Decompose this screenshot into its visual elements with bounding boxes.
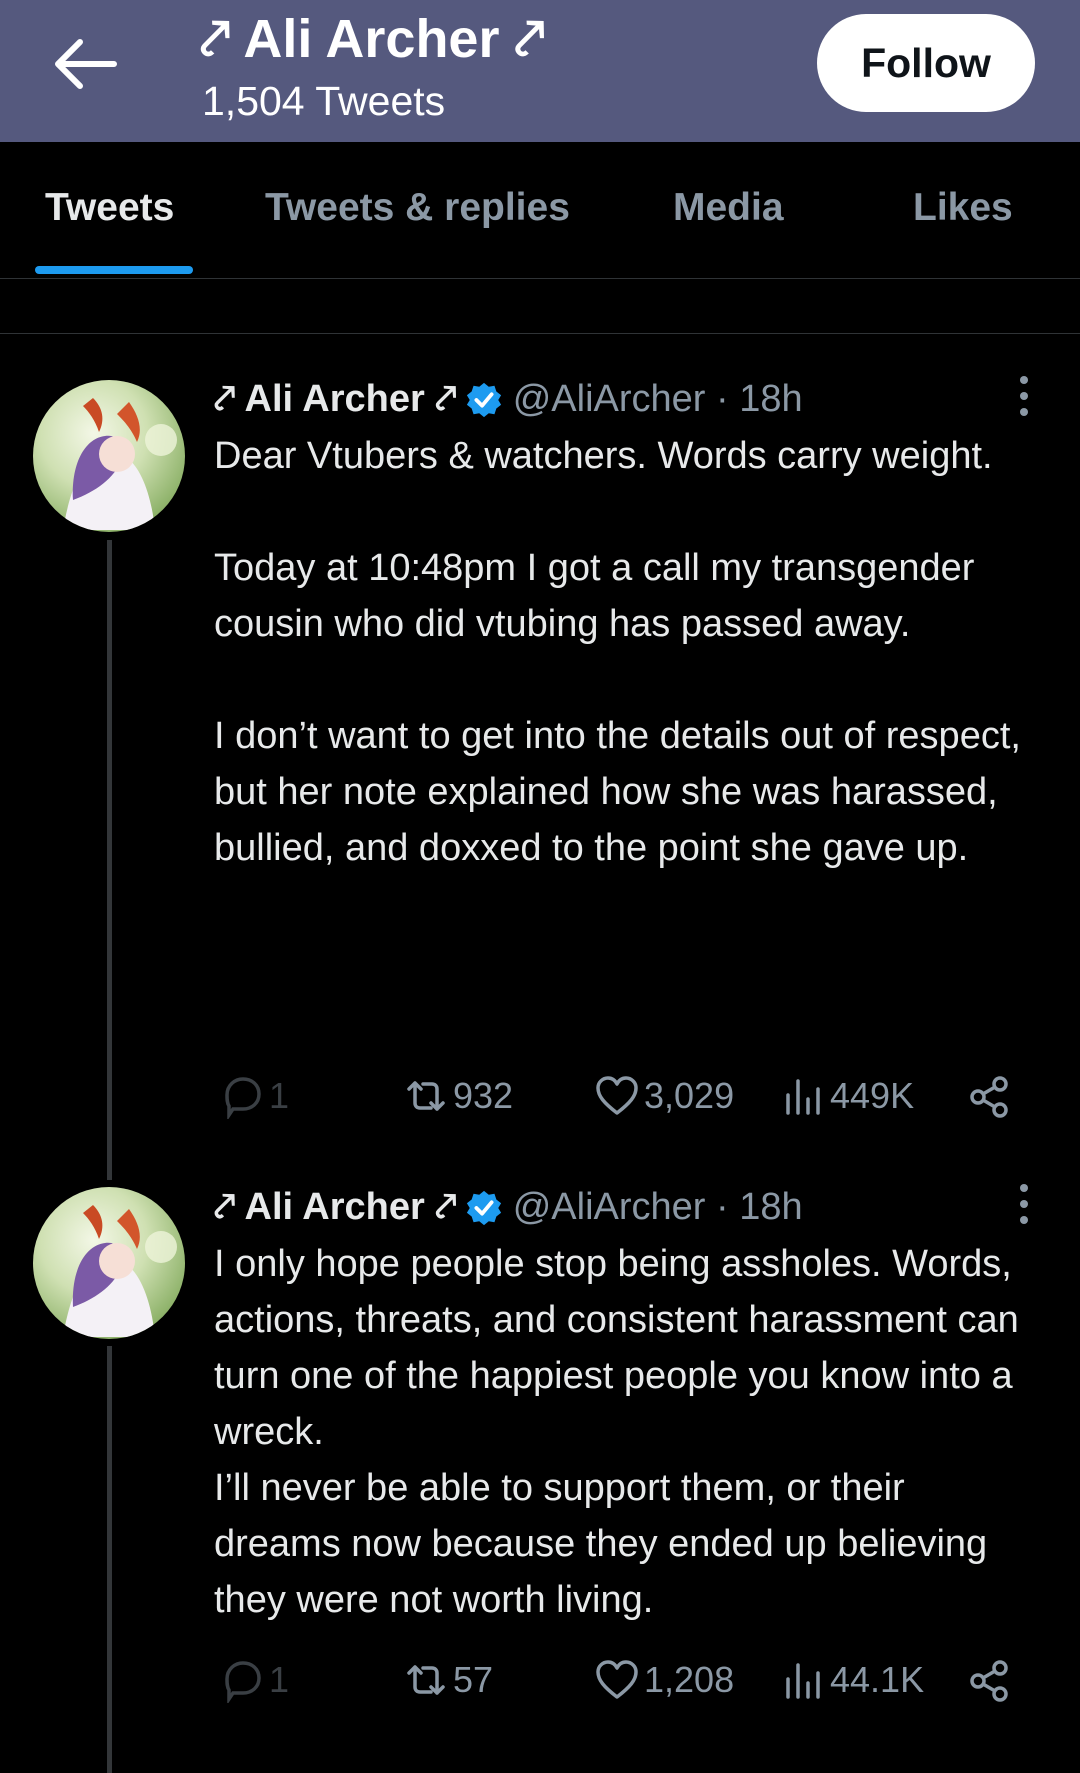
active-tab-indicator bbox=[35, 266, 193, 274]
thread-line bbox=[107, 540, 112, 1180]
share-icon[interactable] bbox=[966, 1658, 1012, 1704]
retweet-button[interactable]: 57 bbox=[403, 1657, 493, 1703]
tweet-count: 1,504 Tweets bbox=[202, 78, 446, 124]
reply-button[interactable]: 1 bbox=[219, 1657, 289, 1703]
profile-name: ⤤ Ali Archer ⤤ bbox=[200, 9, 545, 69]
reply-count: 1 bbox=[269, 1075, 290, 1116]
tweet-text: Dear Vtubers & watchers. Words carry wei… bbox=[214, 435, 1021, 869]
reply-icon bbox=[225, 1661, 261, 1703]
author-name[interactable]: ⤤ Ali Archer ⤤ bbox=[214, 1186, 457, 1229]
more-options-icon[interactable] bbox=[1006, 1180, 1042, 1230]
profile-header: ⤤ Ali Archer ⤤ 1,504 Tweets Follow bbox=[0, 0, 1080, 142]
reply-count: 1 bbox=[269, 1659, 290, 1700]
views-button[interactable]: 449K bbox=[780, 1073, 914, 1119]
tweet-text: I only hope people stop being assholes. … bbox=[214, 1243, 1019, 1621]
more-options-icon[interactable] bbox=[1006, 372, 1042, 422]
divider bbox=[0, 333, 1080, 334]
view-count: 449K bbox=[830, 1075, 915, 1116]
views-icon bbox=[786, 1079, 820, 1115]
author-handle[interactable]: @AliArcher · 18h bbox=[513, 1186, 803, 1229]
retweet-icon bbox=[407, 1665, 445, 1695]
heart-icon bbox=[596, 1076, 638, 1115]
like-button[interactable]: 3,029 bbox=[594, 1073, 734, 1119]
tweet-header: ⤤ Ali Archer ⤤ @AliArcher · 18h bbox=[214, 378, 803, 421]
tab-media[interactable]: Media bbox=[673, 186, 784, 230]
profile-tabs: Tweets Tweets & replies Media Likes bbox=[0, 142, 1080, 279]
tab-tweets-and-replies[interactable]: Tweets & replies bbox=[265, 186, 570, 230]
views-button[interactable]: 44.1K bbox=[780, 1657, 924, 1703]
tweet-header: ⤤ Ali Archer ⤤ @AliArcher · 18h bbox=[214, 1186, 803, 1229]
retweet-count: 932 bbox=[453, 1075, 514, 1116]
avatar[interactable] bbox=[33, 380, 185, 532]
verified-badge-icon bbox=[466, 382, 501, 417]
tab-likes[interactable]: Likes bbox=[913, 186, 1013, 230]
back-arrow-icon[interactable] bbox=[48, 36, 118, 92]
author-name[interactable]: ⤤ Ali Archer ⤤ bbox=[214, 378, 457, 421]
heart-icon bbox=[596, 1660, 638, 1699]
like-count: 3,029 bbox=[644, 1075, 735, 1116]
retweet-count: 57 bbox=[453, 1659, 494, 1700]
follow-button[interactable]: Follow bbox=[817, 14, 1035, 112]
thread-line bbox=[107, 1346, 112, 1773]
author-handle[interactable]: @AliArcher · 18h bbox=[513, 378, 803, 421]
like-count: 1,208 bbox=[644, 1659, 735, 1700]
share-icon[interactable] bbox=[966, 1074, 1012, 1120]
reply-button[interactable]: 1 bbox=[219, 1073, 289, 1119]
verified-badge-icon bbox=[466, 1190, 501, 1225]
like-button[interactable]: 1,208 bbox=[594, 1657, 734, 1703]
views-icon bbox=[786, 1663, 820, 1699]
retweet-icon bbox=[407, 1081, 445, 1111]
tab-tweets[interactable]: Tweets bbox=[45, 186, 174, 230]
avatar[interactable] bbox=[33, 1187, 185, 1339]
view-count: 44.1K bbox=[830, 1659, 925, 1700]
retweet-button[interactable]: 932 bbox=[403, 1073, 513, 1119]
reply-icon bbox=[225, 1077, 261, 1119]
